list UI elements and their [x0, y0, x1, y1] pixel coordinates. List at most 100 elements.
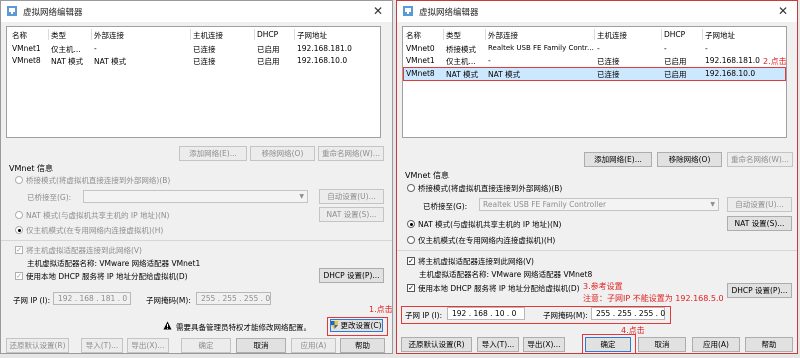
export-button[interactable]: 导出(X)... [127, 338, 169, 353]
cancel-button[interactable]: 取消 [236, 338, 286, 353]
column-header-dhcp[interactable]: DHCP [664, 30, 685, 39]
cell-external: - [94, 44, 97, 53]
cell-type: 仅主机... [446, 57, 476, 66]
rename-network-button[interactable]: 重命名网络(W)... [318, 146, 384, 161]
export-button[interactable]: 导出(X)... [523, 337, 565, 352]
admin-privilege-note: 需要具备管理员特权才能修改网络配置。 [176, 323, 311, 332]
column-header-subnet[interactable]: 子网地址 [297, 30, 327, 41]
remove-network-button[interactable]: 移除网络(O) [250, 146, 315, 161]
column-header-external[interactable]: 外部连接 [488, 30, 518, 41]
subnet-mask-field[interactable]: 255 . 255 . 255 . 0 [591, 307, 665, 320]
help-button[interactable]: 帮助 [745, 337, 793, 352]
close-icon[interactable]: ✕ [769, 1, 797, 22]
bridged-mode-radio[interactable] [15, 176, 23, 184]
column-header-subnet[interactable]: 子网地址 [705, 30, 735, 41]
connect-adapter-checkbox[interactable]: ✓ [407, 257, 415, 265]
cell-external: - [488, 56, 491, 65]
import-button[interactable]: 导入(T)... [81, 338, 123, 353]
nat-mode-radio[interactable] [407, 220, 415, 228]
column-header-external[interactable]: 外部连接 [94, 30, 124, 41]
network-app-icon [7, 6, 17, 16]
remove-network-button[interactable]: 移除网络(O) [657, 152, 722, 167]
bridged-to-label: 已桥接至(G): [27, 193, 72, 202]
column-divider [48, 29, 49, 40]
table-row[interactable]: VMnet8 NAT 模式 NAT 模式 已连接 已启用 192.168.10.… [8, 55, 379, 67]
virtual-network-editor-window-right: 虚拟网络编辑器 ✕ 名称 类型 外部连接 主机连接 DHCP 子网地址 VMne… [396, 0, 798, 354]
cell-subnet: 192.168.10.0 [705, 69, 756, 78]
table-row[interactable]: VMnet0 桥接模式 Realtek USB FE Family Contr.… [404, 43, 785, 55]
column-header-type[interactable]: 类型 [51, 30, 66, 41]
title-bar: 虚拟网络编辑器 ✕ [1, 1, 392, 22]
cancel-button[interactable]: 取消 [638, 337, 686, 352]
cell-host: 已连接 [193, 45, 216, 54]
change-settings-button[interactable]: 更改设置(C) [330, 319, 383, 332]
cell-external: NAT 模式 [488, 70, 521, 79]
hostonly-mode-label: 仅主机模式(在专用网络内连接虚拟机)(H) [418, 236, 556, 245]
column-header-dhcp[interactable]: DHCP [257, 30, 278, 39]
adapter-name-text: 主机虚拟适配器名称: VMware 网络适配器 VMnet1 [27, 259, 201, 268]
window-title: 虚拟网络编辑器 [419, 8, 479, 18]
cell-name: VMnet0 [406, 44, 435, 53]
column-header-name[interactable]: 名称 [12, 30, 27, 41]
apply-button[interactable]: 应用(A) [692, 337, 740, 352]
column-divider [485, 29, 486, 40]
auto-settings-button[interactable]: 自动设置(U)... [727, 197, 792, 212]
column-header-type[interactable]: 类型 [446, 30, 461, 41]
cell-name: VMnet1 [12, 44, 41, 53]
table-row[interactable]: VMnet1 仅主机... - 已连接 已启用 192.168.181.0 [404, 55, 785, 67]
column-divider [254, 29, 255, 40]
bridged-to-select[interactable]: Realtek USB FE Family Controller ▼ [479, 198, 719, 211]
cell-name: VMnet8 [406, 69, 435, 78]
column-divider [594, 29, 595, 40]
auto-settings-button[interactable]: 自动设置(U)... [319, 189, 384, 204]
column-header-host[interactable]: 主机连接 [597, 30, 627, 41]
import-button[interactable]: 导入(T)... [477, 337, 519, 352]
nat-mode-radio[interactable] [15, 211, 23, 219]
close-icon[interactable]: ✕ [364, 1, 392, 22]
rename-network-button[interactable]: 重命名网络(W)... [727, 152, 793, 167]
admin-shield-icon [331, 321, 339, 329]
dhcp-settings-button[interactable]: DHCP 设置(P)... [319, 268, 384, 283]
cell-type: NAT 模式 [51, 57, 84, 66]
table-row[interactable]: VMnet1 仅主机... - 已连接 已启用 192.168.181.0 [8, 43, 379, 55]
subnet-mask-field[interactable]: 255 . 255 . 255 . 0 [196, 292, 271, 305]
cell-name: VMnet1 [406, 56, 435, 65]
chevron-down-icon: ▼ [299, 193, 304, 200]
add-network-button[interactable]: 添加网络(E)... [584, 152, 652, 167]
help-button[interactable]: 帮助 [340, 338, 385, 353]
cell-host: 已连接 [193, 57, 216, 66]
divider [397, 250, 797, 251]
vmnet-info-heading: VMnet 信息 [9, 164, 54, 173]
restore-defaults-button[interactable]: 还原默认设置(R) [401, 337, 472, 352]
hostonly-mode-radio[interactable] [407, 236, 415, 244]
ok-button[interactable]: 确定 [181, 338, 231, 353]
subnet-ip-field[interactable]: 192 . 168 . 10 . 0 [447, 307, 525, 320]
bridged-mode-radio[interactable] [407, 184, 415, 192]
connect-adapter-checkbox[interactable]: ✓ [15, 246, 23, 254]
vmnet-info-heading: VMnet 信息 [405, 171, 450, 180]
column-header-host[interactable]: 主机连接 [193, 30, 223, 41]
subnet-mask-label: 子网掩码(M): [543, 311, 588, 320]
nat-settings-button[interactable]: NAT 设置(S)... [319, 207, 384, 222]
network-table: 名称 类型 外部连接 主机连接 DHCP 子网地址 VMnet1 仅主机... … [6, 26, 381, 138]
nat-settings-button[interactable]: NAT 设置(S)... [727, 216, 792, 231]
subnet-ip-field[interactable]: 192 . 168 . 181 . 0 [53, 292, 131, 305]
cell-external: NAT 模式 [94, 57, 127, 66]
bridged-to-select[interactable]: ▼ [83, 190, 308, 203]
hostonly-mode-radio[interactable] [15, 226, 23, 234]
bridged-to-label: 已桥接至(G): [423, 202, 468, 211]
dhcp-settings-button[interactable]: DHCP 设置(P)... [727, 283, 792, 298]
add-network-button[interactable]: 添加网络(E)... [179, 146, 247, 161]
restore-defaults-button[interactable]: 还原默认设置(R) [6, 338, 69, 353]
column-header-name[interactable]: 名称 [406, 30, 421, 41]
cell-subnet: 192.168.181.0 [705, 56, 760, 65]
subnet-ip-label: 子网 IP (I): [405, 311, 443, 320]
apply-button[interactable]: 应用(A) [291, 338, 336, 353]
chevron-down-icon: ▼ [710, 201, 715, 208]
dhcp-checkbox[interactable]: ✓ [407, 284, 415, 292]
cell-dhcp: - [664, 44, 667, 53]
dhcp-label: 使用本地 DHCP 服务将 IP 地址分配给虚拟机(D) [418, 284, 580, 293]
ok-button[interactable]: 确定 [585, 337, 631, 352]
table-row-selected[interactable]: VMnet8 NAT 模式 NAT 模式 已连接 已启用 192.168.10.… [403, 67, 786, 81]
dhcp-checkbox[interactable]: ✓ [15, 272, 23, 280]
